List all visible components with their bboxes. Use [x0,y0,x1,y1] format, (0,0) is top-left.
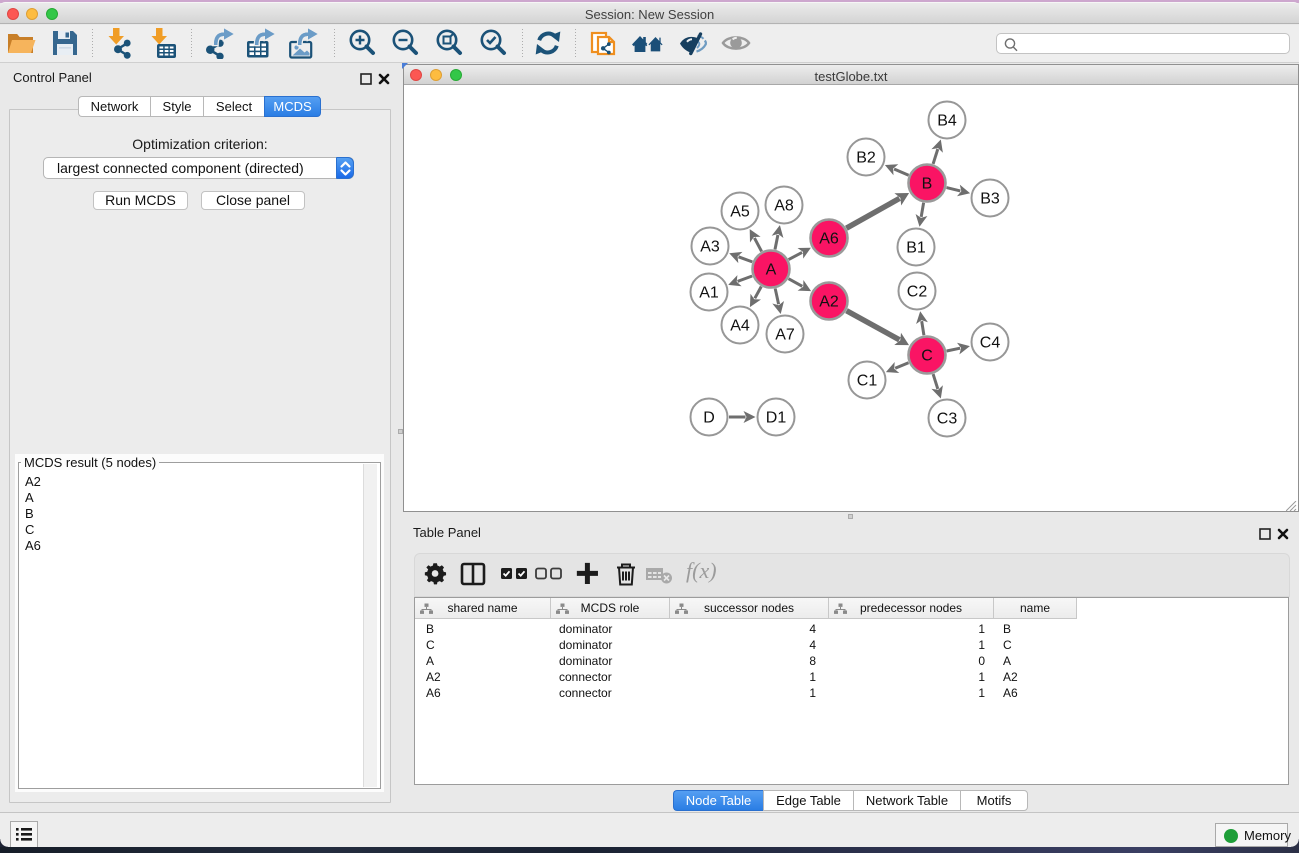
svg-text:C: C [921,348,933,365]
svg-text:B: B [922,176,933,193]
svg-text:B1: B1 [906,240,926,257]
svg-text:A4: A4 [730,318,750,335]
svg-text:A: A [766,262,777,279]
svg-text:A1: A1 [699,285,719,302]
svg-text:A7: A7 [775,327,795,344]
svg-text:D: D [703,410,715,427]
svg-text:A8: A8 [774,198,794,215]
svg-text:C4: C4 [980,335,1001,352]
svg-text:D1: D1 [766,410,787,427]
svg-text:B4: B4 [937,113,957,130]
svg-text:A6: A6 [819,231,839,248]
svg-text:C2: C2 [907,284,928,301]
svg-text:A5: A5 [730,204,750,221]
svg-text:B2: B2 [856,150,876,167]
svg-text:C3: C3 [937,411,958,428]
svg-text:C1: C1 [857,373,878,390]
svg-text:B3: B3 [980,191,1000,208]
svg-text:A2: A2 [819,294,839,311]
svg-text:A3: A3 [700,239,720,256]
